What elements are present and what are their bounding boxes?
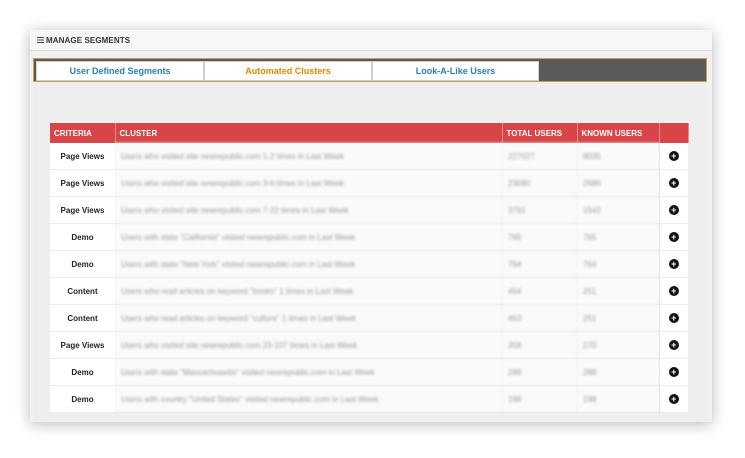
table-row[interactable]: Content Users who read articles on keywor… (50, 304, 688, 332)
add-segment-icon[interactable]: + (668, 286, 679, 296)
total-users-cell: 227027 (502, 143, 577, 170)
table-body: Page Views Users who visited site newrepu… (50, 143, 688, 413)
known-users-cell: 2686 (577, 169, 659, 197)
add-segment-icon[interactable]: + (668, 340, 679, 350)
page-title: MANAGE SEGMENTS (46, 35, 131, 45)
cluster-cell: Users who visited site newrepublic.com 3… (115, 169, 502, 197)
action-cell: + (658, 250, 688, 278)
manage-segments-window: MANAGE SEGMENTS User Defined Segments Au… (30, 30, 712, 422)
tab-automated-clusters[interactable]: Automated Clusters (204, 61, 372, 81)
cluster-cell: Users who read articles on keyword "book… (115, 277, 502, 305)
total-users-cell: 765 (502, 223, 577, 251)
table-row[interactable]: Demo Users with country "United States" v… (50, 385, 688, 413)
cluster-cell: Users with country "United States" visit… (115, 385, 502, 413)
action-cell: + (658, 304, 688, 332)
known-users-cell: 764 (577, 250, 659, 278)
action-cell: + (658, 277, 688, 305)
tab-look-a-like-users[interactable]: Look-A-Like Users (372, 61, 539, 81)
total-users-cell: 454 (502, 277, 577, 305)
cluster-cell: Users who visited site newrepublic.com 2… (115, 331, 502, 359)
column-header-actions (659, 123, 689, 143)
known-users-cell: 288 (577, 358, 659, 386)
clusters-panel: CRITERIA CLUSTER TOTAL USERS KNOWN USERS… (33, 82, 707, 422)
add-segment-icon[interactable]: + (668, 205, 679, 215)
table-row[interactable]: Page Views Users who visited site newrepu… (50, 196, 688, 224)
total-users-cell: 23080 (502, 169, 577, 197)
known-users-cell: 198 (577, 385, 659, 413)
criteria-cell: Page Views (50, 196, 115, 224)
criteria-cell: Content (50, 304, 115, 332)
action-cell: + (658, 385, 688, 413)
action-cell: + (658, 223, 688, 251)
criteria-cell: Page Views (50, 143, 115, 170)
criteria-cell: Content (50, 277, 115, 305)
add-segment-icon[interactable]: + (668, 367, 679, 377)
cluster-cell: Users with state "California" visited ne… (115, 223, 502, 251)
table-row[interactable]: Page Views Users who visited site newrepu… (50, 169, 688, 197)
cluster-cell: Users who visited site newrepublic.com 7… (115, 196, 502, 224)
add-segment-icon[interactable]: + (668, 232, 679, 242)
criteria-cell: Demo (50, 250, 115, 278)
cluster-cell: Users with state "New York" visited newr… (115, 250, 502, 278)
known-users-cell: 251 (577, 277, 659, 305)
criteria-cell: Demo (50, 358, 115, 386)
table-row[interactable]: Demo Users with state "New York" visited … (50, 250, 688, 278)
add-segment-icon[interactable]: + (668, 313, 679, 323)
action-cell: + (658, 331, 688, 359)
action-cell: + (658, 358, 688, 386)
total-users-cell: 764 (502, 250, 577, 278)
known-users-cell: 270 (577, 331, 659, 359)
total-users-cell: 453 (502, 304, 577, 332)
column-header-known-users: KNOWN USERS (577, 123, 660, 143)
criteria-cell: Page Views (50, 331, 115, 359)
action-cell: + (658, 196, 688, 224)
criteria-cell: Page Views (50, 169, 115, 197)
cluster-cell: Users who visited site newrepublic.com 1… (115, 143, 502, 170)
total-users-cell: 288 (502, 358, 577, 386)
clusters-table: CRITERIA CLUSTER TOTAL USERS KNOWN USERS… (50, 123, 689, 413)
total-users-cell: 358 (502, 331, 577, 359)
known-users-cell: 765 (577, 223, 659, 251)
add-segment-icon[interactable]: + (668, 151, 679, 161)
table-header-row: CRITERIA CLUSTER TOTAL USERS KNOWN USERS (50, 123, 689, 143)
known-users-cell: 8035 (577, 143, 659, 170)
total-users-cell: 3791 (502, 196, 577, 224)
add-segment-icon[interactable]: + (668, 394, 679, 404)
table-row[interactable]: Demo Users with state "California" visite… (50, 223, 688, 251)
column-header-total-users: TOTAL USERS (502, 123, 578, 143)
criteria-cell: Demo (50, 385, 115, 413)
tab-user-defined-segments[interactable]: User Defined Segments (36, 61, 204, 81)
tab-bar: User Defined Segments Automated Clusters… (33, 58, 707, 82)
menu-icon (37, 37, 44, 43)
table-row[interactable]: Page Views Users who visited site newrepu… (50, 143, 688, 170)
add-segment-icon[interactable]: + (668, 259, 679, 269)
table-row[interactable]: Demo Users with state "Massachusetts" vis… (50, 358, 688, 386)
column-header-cluster: CLUSTER (115, 123, 503, 143)
known-users-cell: 1542 (577, 196, 659, 224)
criteria-cell: Demo (50, 223, 115, 251)
action-cell: + (658, 143, 688, 170)
action-cell: + (658, 169, 688, 197)
total-users-cell: 198 (502, 385, 577, 413)
cluster-cell: Users who read articles on keyword "cult… (115, 304, 502, 332)
add-segment-icon[interactable]: + (668, 178, 679, 188)
table-row[interactable]: Page Views Users who visited site newrepu… (50, 331, 688, 359)
title-bar: MANAGE SEGMENTS (30, 30, 712, 51)
table-row[interactable]: Content Users who read articles on keywor… (50, 277, 688, 305)
cluster-cell: Users with state "Massachusetts" visited… (115, 358, 502, 386)
known-users-cell: 251 (577, 304, 659, 332)
column-header-criteria: CRITERIA (50, 123, 116, 143)
